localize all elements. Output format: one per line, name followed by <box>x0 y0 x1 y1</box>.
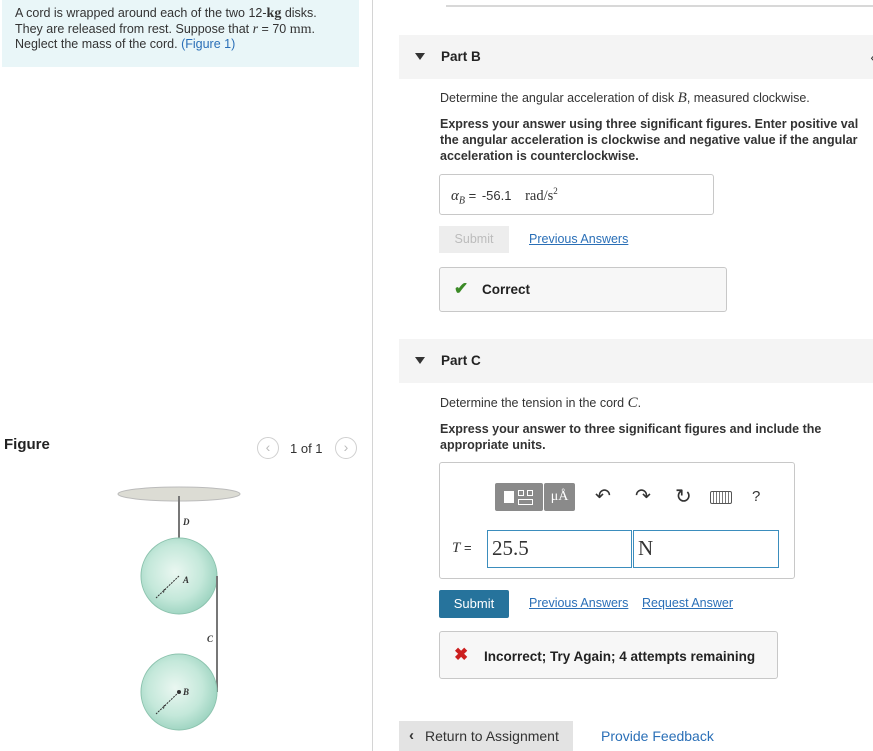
part-c-header[interactable]: Part C <box>399 339 873 383</box>
part-b-answer-unit: rad/s2 <box>525 186 558 204</box>
part-b-question: Determine the angular acceleration of di… <box>440 90 810 106</box>
figure-pager: 1 of 1 <box>290 441 323 456</box>
chevron-left-icon: ‹ <box>265 439 271 455</box>
part-b-title: Part B <box>441 49 481 64</box>
part-b-feedback: ✔ Correct <box>439 267 727 312</box>
part-b-answer-display: αB = -56.1 rad/s2 <box>451 186 558 207</box>
chevron-left-icon: ‹ <box>409 727 414 744</box>
part-c-previous-answers-link[interactable]: Previous Answers <box>529 596 628 610</box>
part-b-header[interactable]: Part B ‹ <box>399 35 873 79</box>
redo-icon[interactable]: ↷ <box>635 485 651 508</box>
part-b-instructions: Express your answer using three signific… <box>440 117 859 163</box>
math-toolbar: μÅ ↶ ↷ ↻ ? <box>495 483 785 511</box>
return-to-assignment-button[interactable]: ‹ Return to Assignment <box>399 721 573 751</box>
problem-line-3: Neglect the mass of the cord. (Figure 1) <box>15 37 236 51</box>
chevron-right-icon: › <box>343 439 349 455</box>
figure-heading: Figure <box>4 436 50 453</box>
units-button[interactable]: μÅ <box>544 483 575 511</box>
part-c-value-input[interactable]: 25.5 <box>487 530 632 568</box>
part-b-answer-value: -56.1 <box>481 187 512 203</box>
top-divider <box>446 5 873 7</box>
part-c-answer-box: μÅ ↶ ↷ ↻ ? T = 25.5 N <box>439 462 795 579</box>
part-c-feedback: ✖ Incorrect; Try Again; 4 attempts remai… <box>439 631 778 679</box>
caret-down-icon <box>415 53 425 60</box>
part-b-answer-box: αB = -56.1 rad/s2 <box>439 174 714 215</box>
part-c-instructions: Express your answer to three significant… <box>440 422 822 452</box>
undo-icon[interactable]: ↶ <box>595 485 611 508</box>
label-a: A <box>182 575 189 585</box>
help-button[interactable]: ? <box>752 488 760 505</box>
templates-icon <box>504 491 514 503</box>
provide-feedback-link[interactable]: Provide Feedback <box>601 728 714 744</box>
x-mark-icon: ✖ <box>454 645 469 664</box>
figure-link[interactable]: (Figure 1) <box>181 37 235 51</box>
checkmark-icon: ✔ <box>454 279 469 298</box>
part-c-question: Determine the tension in the cord C. <box>440 395 642 411</box>
part-c-submit-button[interactable]: Submit <box>439 590 509 618</box>
part-c-title: Part C <box>441 353 481 368</box>
part-c-answer-label: T = <box>452 540 472 556</box>
center-b <box>177 690 181 694</box>
label-d: D <box>182 517 190 527</box>
reset-icon[interactable]: ↻ <box>675 484 692 509</box>
problem-line-1: A cord is wrapped around each of the two… <box>15 6 317 21</box>
problem-statement: A cord is wrapped around each of the two… <box>2 0 359 67</box>
part-b-submit-button[interactable]: Submit <box>439 226 509 253</box>
pulley-disks-figure: D A C B r r <box>117 486 241 731</box>
next-figure-button[interactable]: › <box>335 437 357 459</box>
part-c-unit-input[interactable]: N <box>633 530 779 568</box>
prev-figure-button[interactable]: ‹ <box>257 437 279 459</box>
panel-divider <box>372 0 373 751</box>
part-c-request-answer-link[interactable]: Request Answer <box>642 596 733 610</box>
label-c: C <box>207 634 214 644</box>
part-b-previous-answers-link[interactable]: Previous Answers <box>529 232 628 246</box>
keyboard-icon[interactable] <box>710 491 732 504</box>
problem-line-2: They are released from rest. Suppose tha… <box>15 21 315 37</box>
label-b: B <box>182 687 189 697</box>
caret-down-icon <box>415 357 425 364</box>
templates-button[interactable] <box>495 483 543 511</box>
